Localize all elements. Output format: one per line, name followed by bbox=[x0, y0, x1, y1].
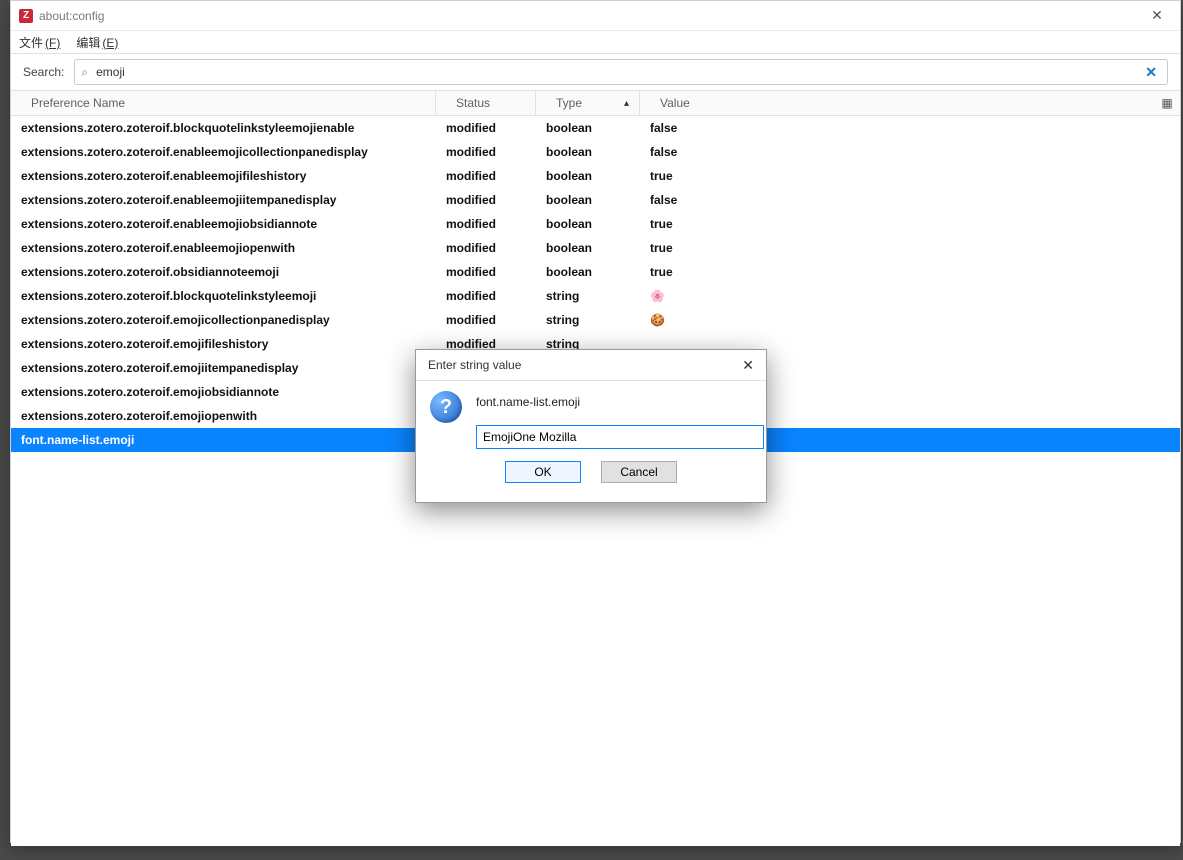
pref-status-cell: modified bbox=[436, 313, 536, 327]
search-input[interactable] bbox=[94, 64, 1141, 80]
pref-name-cell: extensions.zotero.zoteroif.emojifileshis… bbox=[11, 337, 436, 351]
enter-string-value-dialog: Enter string value ✕ ? font.name-list.em… bbox=[415, 349, 767, 503]
pref-value-cell: true bbox=[640, 265, 1180, 279]
column-header: Preference Name Status Type ▴ Value ▦ bbox=[11, 91, 1180, 116]
col-type[interactable]: Type ▴ bbox=[536, 91, 640, 115]
dialog-close-button[interactable]: ✕ bbox=[738, 357, 758, 374]
pref-row[interactable]: extensions.zotero.zoteroif.enableemojiob… bbox=[11, 212, 1180, 236]
pref-status-cell: modified bbox=[436, 289, 536, 303]
pref-type-cell: boolean bbox=[536, 121, 640, 135]
dialog-buttons: OK Cancel bbox=[416, 449, 766, 483]
pref-status-cell: modified bbox=[436, 121, 536, 135]
pref-name-cell: extensions.zotero.zoteroif.enableemojiit… bbox=[11, 193, 436, 207]
question-icon: ? bbox=[430, 391, 462, 423]
pref-status-cell: modified bbox=[436, 265, 536, 279]
dialog-titlebar: Enter string value ✕ bbox=[416, 350, 766, 381]
menu-edit-label: 编辑 bbox=[76, 36, 100, 50]
window-title: about:config bbox=[39, 9, 104, 23]
col-value[interactable]: Value bbox=[640, 91, 1154, 115]
pref-row[interactable]: extensions.zotero.zoteroif.enableemojiop… bbox=[11, 236, 1180, 260]
ok-button[interactable]: OK bbox=[505, 461, 581, 483]
pref-status-cell: modified bbox=[436, 169, 536, 183]
pref-type-cell: boolean bbox=[536, 217, 640, 231]
pref-name-cell: extensions.zotero.zoteroif.enableemojico… bbox=[11, 145, 436, 159]
pref-row[interactable]: extensions.zotero.zoteroif.emojicollecti… bbox=[11, 308, 1180, 332]
pref-name-cell: extensions.zotero.zoteroif.emojicollecti… bbox=[11, 313, 436, 327]
pref-value-cell: true bbox=[640, 169, 1180, 183]
pref-value-cell: 🌸 bbox=[640, 289, 1180, 303]
dialog-title: Enter string value bbox=[428, 358, 521, 372]
pref-name-cell: extensions.zotero.zoteroif.emojiobsidian… bbox=[11, 385, 436, 399]
pref-type-cell: boolean bbox=[536, 169, 640, 183]
pref-row[interactable]: extensions.zotero.zoteroif.blockquotelin… bbox=[11, 284, 1180, 308]
menu-edit-hotkey: (E) bbox=[102, 36, 118, 50]
col-status[interactable]: Status bbox=[436, 91, 536, 115]
pref-status-cell: modified bbox=[436, 217, 536, 231]
pref-name-cell: extensions.zotero.zoteroif.enableemojiop… bbox=[11, 241, 436, 255]
pref-row[interactable]: extensions.zotero.zoteroif.obsidiannotee… bbox=[11, 260, 1180, 284]
pref-status-cell: modified bbox=[436, 193, 536, 207]
pref-value-cell: false bbox=[640, 193, 1180, 207]
pref-name-cell: extensions.zotero.zoteroif.enableemojifi… bbox=[11, 169, 436, 183]
pref-name-cell: font.name-list.emoji bbox=[11, 433, 436, 447]
col-preference-name[interactable]: Preference Name bbox=[11, 91, 436, 115]
menu-file-label: 文件 bbox=[19, 36, 43, 50]
pref-row[interactable]: extensions.zotero.zoteroif.enableemojifi… bbox=[11, 164, 1180, 188]
pref-name-cell: extensions.zotero.zoteroif.emojiopenwith bbox=[11, 409, 436, 423]
pref-type-cell: string bbox=[536, 313, 640, 327]
menu-file[interactable]: 文件(F) bbox=[19, 34, 60, 51]
pref-type-cell: string bbox=[536, 289, 640, 303]
pref-name-cell: extensions.zotero.zoteroif.blockquotelin… bbox=[11, 121, 436, 135]
titlebar: Z about:config ✕ bbox=[11, 1, 1180, 31]
dialog-pref-name: font.name-list.emoji bbox=[476, 391, 764, 409]
pref-type-cell: boolean bbox=[536, 265, 640, 279]
menu-file-hotkey: (F) bbox=[45, 36, 60, 50]
pref-value-cell: true bbox=[640, 241, 1180, 255]
app-icon: Z bbox=[19, 9, 33, 23]
pref-name-cell: extensions.zotero.zoteroif.enableemojiob… bbox=[11, 217, 436, 231]
pref-row[interactable]: extensions.zotero.zoteroif.blockquotelin… bbox=[11, 116, 1180, 140]
search-clear-button[interactable]: ✕ bbox=[1141, 64, 1161, 81]
pref-type-cell: boolean bbox=[536, 193, 640, 207]
pref-row[interactable]: extensions.zotero.zoteroif.enableemojiit… bbox=[11, 188, 1180, 212]
sort-indicator-icon: ▴ bbox=[624, 98, 629, 109]
pref-value-cell: false bbox=[640, 121, 1180, 135]
pref-name-cell: extensions.zotero.zoteroif.obsidiannotee… bbox=[11, 265, 436, 279]
search-label: Search: bbox=[23, 65, 64, 79]
search-icon: ⌕ bbox=[81, 65, 88, 80]
pref-type-cell: boolean bbox=[536, 145, 640, 159]
pref-row[interactable]: extensions.zotero.zoteroif.enableemojico… bbox=[11, 140, 1180, 164]
pref-value-cell: false bbox=[640, 145, 1180, 159]
pref-value-cell: 🍪 bbox=[640, 313, 1180, 327]
pref-type-cell: boolean bbox=[536, 241, 640, 255]
window-close-button[interactable]: ✕ bbox=[1134, 1, 1180, 30]
pref-name-cell: extensions.zotero.zoteroif.emojiitempane… bbox=[11, 361, 436, 375]
menubar: 文件(F) 编辑(E) bbox=[11, 31, 1180, 54]
menu-edit[interactable]: 编辑(E) bbox=[76, 34, 118, 51]
dialog-body: ? font.name-list.emoji bbox=[416, 381, 766, 449]
pref-value-cell: true bbox=[640, 217, 1180, 231]
search-row: Search: ⌕ ✕ bbox=[11, 54, 1180, 91]
pref-status-cell: modified bbox=[436, 241, 536, 255]
column-picker-button[interactable]: ▦ bbox=[1154, 96, 1180, 110]
search-box: ⌕ ✕ bbox=[74, 59, 1168, 85]
dialog-value-input[interactable] bbox=[476, 425, 764, 449]
pref-name-cell: extensions.zotero.zoteroif.blockquotelin… bbox=[11, 289, 436, 303]
pref-status-cell: modified bbox=[436, 145, 536, 159]
cancel-button[interactable]: Cancel bbox=[601, 461, 677, 483]
